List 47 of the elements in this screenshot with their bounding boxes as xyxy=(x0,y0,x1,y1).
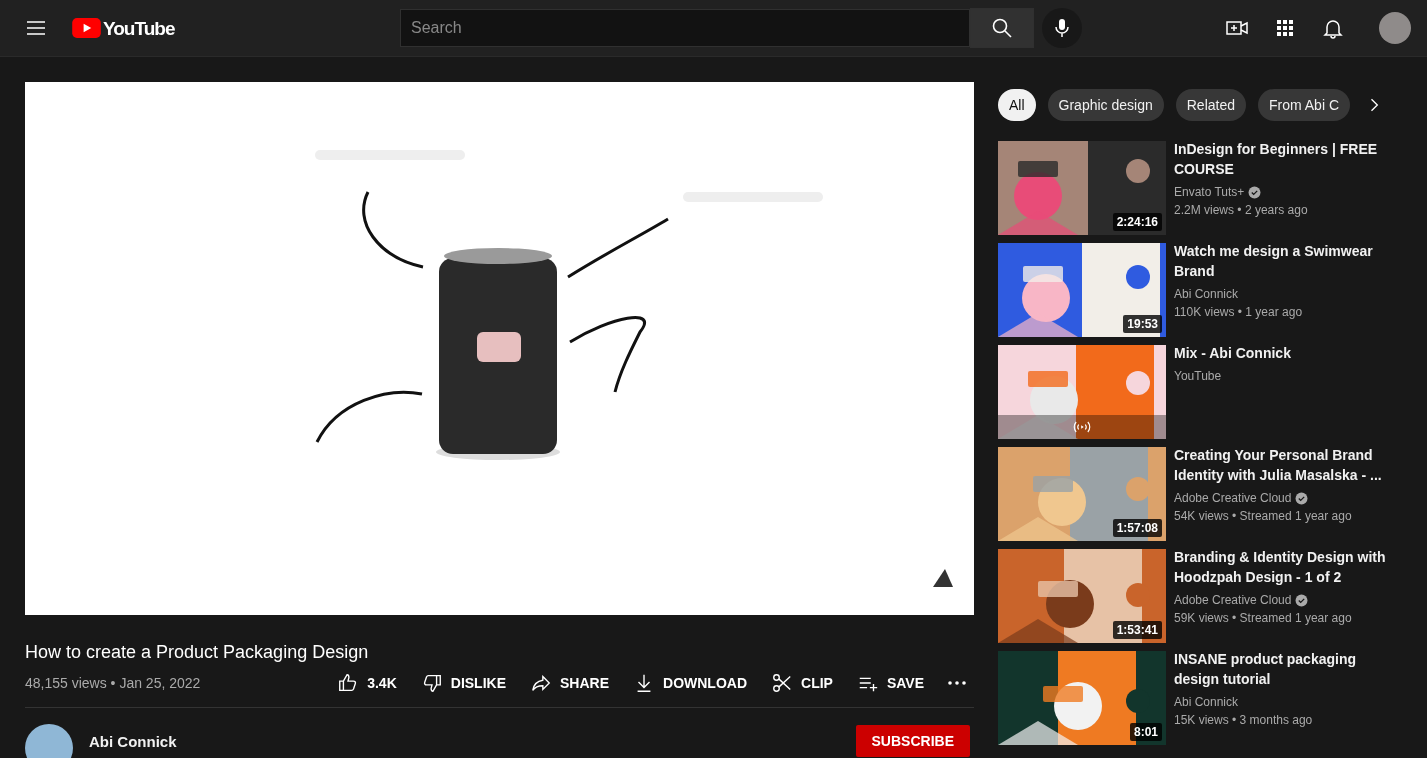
video-title: Creating Your Personal Brand Identity with Julia Masalska - ... xyxy=(1174,446,1383,485)
duration-badge: 19:53 xyxy=(1123,315,1162,333)
clip-button[interactable]: CLIP xyxy=(771,672,833,694)
search-icon xyxy=(990,16,1014,40)
save-button[interactable]: SAVE xyxy=(856,672,924,694)
channel-name: YouTube xyxy=(1174,368,1222,385)
view-count-date: 15K views • 3 months ago xyxy=(1174,712,1314,729)
share-button[interactable]: SHARE xyxy=(530,672,609,694)
view-count-date: 48,155 views • Jan 25, 2022 xyxy=(25,675,201,691)
filter-chip[interactable]: All xyxy=(998,89,1036,121)
filter-chip[interactable]: Related xyxy=(1175,89,1246,121)
video-title: Mix - Abi Connick xyxy=(1174,344,1292,363)
microphone-button[interactable] xyxy=(1042,8,1082,48)
video-title: INSANE product packaging design tutorial xyxy=(1174,650,1358,689)
channel-name: Abi Connick xyxy=(1174,286,1239,303)
youtube-logo[interactable]: YouTube xyxy=(72,18,312,38)
channel-avatar[interactable] xyxy=(25,724,73,758)
video-title: Branding & Identity Design with Hoodzpah Design - 1 of 2 xyxy=(1174,548,1387,587)
duration-badge: 8:01 xyxy=(1129,723,1162,741)
video-title: How to create a Product Packaging Design xyxy=(25,641,370,664)
channel-name: Abi Connick xyxy=(89,733,177,750)
search-button[interactable] xyxy=(970,8,1034,48)
view-count-date: 54K views • Streamed 1 year ago xyxy=(1174,508,1353,525)
view-count-date: 2.2M views • 2 years ago xyxy=(1174,202,1309,219)
dislike-button[interactable]: DISLIKE xyxy=(420,672,506,694)
avatar-button[interactable] xyxy=(1379,12,1411,44)
like-button[interactable]: 3.4K xyxy=(337,672,397,694)
view-count-date: 110K views • 1 year ago xyxy=(1174,304,1304,321)
share-arrow-icon xyxy=(530,672,552,694)
duration-badge: 2:24:16 xyxy=(1112,213,1162,231)
scissors-icon xyxy=(771,672,793,694)
channel-name: Adobe Creative Cloud xyxy=(1174,592,1292,609)
channel-name: Envato Tuts+ xyxy=(1174,184,1245,201)
video-title: Watch me design a Swimwear Brand xyxy=(1174,242,1374,281)
download-button[interactable]: DOWNLOAD xyxy=(633,672,747,694)
duration-badge: 1:57:08 xyxy=(1112,519,1162,537)
view-count-date: 59K views • Streamed 1 year ago xyxy=(1174,610,1353,627)
subscribe-button[interactable]: SUBSCRIBE xyxy=(855,725,970,757)
more-button[interactable] xyxy=(948,681,966,685)
channel-name: Abi Connick xyxy=(1174,694,1239,711)
more-icon xyxy=(948,681,966,685)
filter-chip[interactable]: From Abi C xyxy=(1258,89,1350,121)
filter-chip[interactable]: Graphic design xyxy=(1047,89,1164,121)
search-field[interactable]: Search xyxy=(400,9,970,47)
video-title: InDesign for Beginners | FREE COURSE xyxy=(1174,140,1379,179)
duration-badge: 1:53:41 xyxy=(1112,621,1162,639)
channel-name: Adobe Creative Cloud xyxy=(1174,490,1292,507)
